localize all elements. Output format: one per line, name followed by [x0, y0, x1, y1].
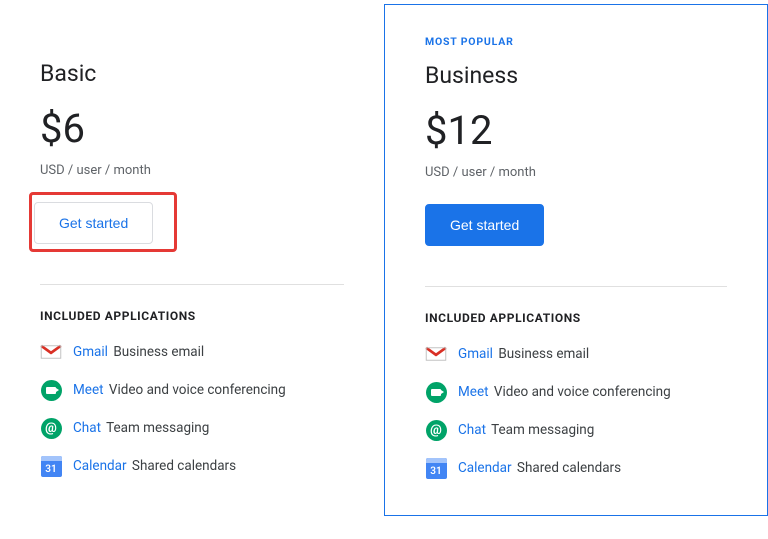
plan-unit: USD / user / month: [40, 163, 344, 178]
plan-basic: Basic $6 USD / user / month Get started …: [0, 0, 384, 516]
app-name[interactable]: Gmail: [73, 344, 108, 360]
meet-icon: [40, 379, 62, 401]
app-row-text: Calendar Shared calendars: [458, 460, 621, 476]
app-name[interactable]: Meet: [458, 384, 489, 400]
app-row-text: Calendar Shared calendars: [73, 458, 236, 474]
plan-title: Basic: [40, 60, 344, 87]
included-apps-heading: INCLUDED APPLICATIONS: [40, 309, 344, 323]
app-desc: Shared calendars: [517, 460, 621, 476]
app-row-text: Gmail Business email: [458, 346, 589, 362]
meet-icon: [425, 381, 447, 403]
app-desc: Video and voice conferencing: [494, 384, 671, 400]
app-name[interactable]: Meet: [73, 382, 104, 398]
app-name[interactable]: Calendar: [73, 458, 127, 474]
app-row-text: Gmail Business email: [73, 344, 204, 360]
most-popular-badge: MOST POPULAR: [425, 35, 727, 48]
plan-price: $12: [425, 111, 727, 151]
app-name[interactable]: Calendar: [458, 460, 512, 476]
pricing-container: Basic $6 USD / user / month Get started …: [0, 0, 768, 516]
app-row-gmail: Gmail Business email: [425, 343, 727, 365]
included-apps-heading: INCLUDED APPLICATIONS: [425, 311, 727, 325]
app-row-calendar: 31 Calendar Shared calendars: [425, 457, 727, 479]
app-desc: Team messaging: [106, 420, 209, 436]
divider: [40, 284, 344, 285]
app-row-text: Meet Video and voice conferencing: [458, 384, 671, 400]
app-desc: Team messaging: [491, 422, 594, 438]
calendar-icon: 31: [40, 455, 62, 477]
gmail-icon: [40, 341, 62, 363]
chat-icon: @: [40, 417, 62, 439]
app-row-meet: Meet Video and voice conferencing: [40, 379, 344, 401]
app-row-calendar: 31 Calendar Shared calendars: [40, 455, 344, 477]
plan-unit: USD / user / month: [425, 165, 727, 180]
app-row-gmail: Gmail Business email: [40, 341, 344, 363]
plan-title: Business: [425, 62, 727, 89]
chat-icon: @: [425, 419, 447, 441]
gmail-icon: [425, 343, 447, 365]
business-get-started-button[interactable]: Get started: [425, 204, 544, 246]
app-desc: Business email: [498, 346, 589, 362]
app-row-text: Chat Team messaging: [73, 420, 209, 436]
app-name[interactable]: Chat: [458, 422, 486, 438]
basic-get-started-button[interactable]: Get started: [34, 202, 153, 244]
app-row-chat: @ Chat Team messaging: [40, 417, 344, 439]
app-desc: Video and voice conferencing: [109, 382, 286, 398]
app-row-meet: Meet Video and voice conferencing: [425, 381, 727, 403]
app-row-text: Meet Video and voice conferencing: [73, 382, 286, 398]
app-row-text: Chat Team messaging: [458, 422, 594, 438]
divider: [425, 286, 727, 287]
app-desc: Business email: [113, 344, 204, 360]
app-desc: Shared calendars: [132, 458, 236, 474]
plan-price: $6: [40, 109, 344, 149]
plan-business: MOST POPULAR Business $12 USD / user / m…: [384, 4, 768, 516]
app-name[interactable]: Gmail: [458, 346, 493, 362]
app-name[interactable]: Chat: [73, 420, 101, 436]
calendar-icon: 31: [425, 457, 447, 479]
app-row-chat: @ Chat Team messaging: [425, 419, 727, 441]
